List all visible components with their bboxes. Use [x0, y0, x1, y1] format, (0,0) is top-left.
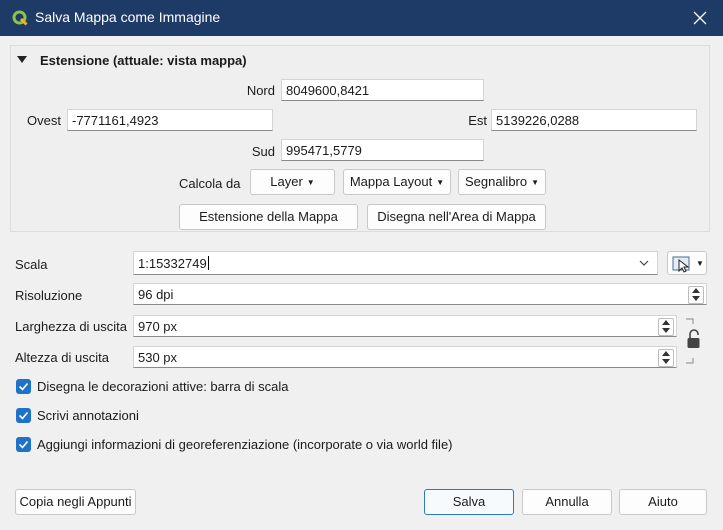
south-input[interactable]: 995471,5779 [281, 139, 484, 161]
resolution-stepper[interactable] [688, 286, 704, 304]
west-input[interactable]: -7771161,4923 [67, 109, 273, 131]
north-label: Nord [246, 83, 275, 98]
scale-value: 1:15332749 [138, 256, 207, 271]
width-spinbox[interactable]: 970 px [133, 315, 677, 337]
dropdown-arrow-icon: ▼ [436, 178, 445, 187]
south-label: Sud [251, 144, 275, 159]
east-label: Est [468, 113, 487, 128]
caret-up-icon [662, 320, 670, 325]
title-bar: Salva Mappa come Immagine [0, 0, 723, 36]
caret-down-icon [662, 359, 670, 364]
caret-up-icon [662, 351, 670, 356]
width-value: 970 px [138, 319, 178, 334]
extent-group-title: Estensione (attuale: vista mappa) [40, 53, 247, 68]
layout-button-label: Mappa Layout [349, 174, 433, 189]
checkmark-icon [18, 411, 29, 420]
chevron-down-icon[interactable] [639, 260, 649, 266]
height-stepper[interactable] [658, 349, 674, 367]
dropdown-arrow-icon: ▼ [531, 178, 540, 187]
bookmark-button-label: Segnalibro [464, 174, 528, 189]
west-label: Ovest [27, 113, 61, 128]
height-value: 530 px [138, 350, 178, 365]
checkmark-icon [18, 382, 29, 391]
map-extent-button[interactable]: Estensione della Mappa [179, 204, 358, 230]
resolution-label: Risoluzione [15, 288, 83, 303]
window-title: Salva Mappa come Immagine [35, 9, 221, 25]
scale-label: Scala [15, 257, 48, 272]
caret-down-icon [662, 328, 670, 333]
map-cursor-icon [672, 256, 690, 273]
step-down-button[interactable] [689, 295, 703, 303]
text-cursor [207, 256, 209, 270]
calc-from-label: Calcola da [179, 176, 241, 191]
step-down-button[interactable] [659, 358, 673, 366]
checkmark-icon [18, 440, 29, 449]
close-button[interactable] [677, 0, 723, 36]
caret-up-icon [692, 288, 700, 293]
scale-from-map-button[interactable]: ▼ [667, 251, 707, 275]
dropdown-arrow-icon: ▼ [696, 259, 704, 268]
collapse-triangle-icon[interactable] [17, 56, 27, 64]
east-input[interactable]: 5139226,0288 [491, 109, 697, 131]
close-icon [693, 11, 707, 25]
layer-dropdown-button[interactable]: Layer ▼ [250, 169, 335, 195]
scale-combobox[interactable]: 1:15332749 [133, 251, 658, 275]
annotations-checkbox[interactable] [16, 408, 31, 423]
resolution-spinbox[interactable]: 96 dpi [133, 283, 707, 305]
layer-button-label: Layer [270, 174, 303, 189]
step-up-button[interactable] [659, 319, 673, 327]
annotations-checkbox-label[interactable]: Scrivi annotazioni [37, 408, 139, 423]
width-label: Larghezza di uscita [15, 319, 128, 334]
north-input[interactable]: 8049600,8421 [281, 79, 484, 101]
extent-group: Estensione (attuale: vista mappa) Nord 8… [10, 45, 710, 232]
height-spinbox[interactable]: 530 px [133, 346, 677, 368]
georef-checkbox-label[interactable]: Aggiungi informazioni di georeferenziazi… [37, 437, 453, 452]
copy-to-clipboard-button[interactable]: Copia negli Appunti [15, 489, 136, 515]
draw-on-canvas-button[interactable]: Disegna nell'Area di Mappa [367, 204, 546, 230]
cancel-button[interactable]: Annulla [522, 489, 612, 515]
step-up-button[interactable] [689, 287, 703, 295]
bookmark-dropdown-button[interactable]: Segnalibro ▼ [458, 169, 546, 195]
decorations-checkbox[interactable] [16, 379, 31, 394]
save-button[interactable]: Salva [424, 489, 514, 515]
height-label: Altezza di uscita [15, 350, 109, 365]
georef-checkbox[interactable] [16, 437, 31, 452]
qgis-logo-icon [12, 10, 28, 26]
help-button[interactable]: Aiuto [619, 489, 707, 515]
resolution-value: 96 dpi [138, 287, 174, 302]
step-up-button[interactable] [659, 350, 673, 358]
width-stepper[interactable] [658, 318, 674, 336]
step-down-button[interactable] [659, 327, 673, 335]
layout-dropdown-button[interactable]: Mappa Layout ▼ [343, 169, 451, 195]
decorations-checkbox-label[interactable]: Disegna le decorazioni attive: barra di … [37, 379, 288, 394]
lock-ratio-toggle[interactable] [684, 318, 704, 364]
dropdown-arrow-icon: ▼ [306, 178, 315, 187]
caret-down-icon [692, 296, 700, 301]
